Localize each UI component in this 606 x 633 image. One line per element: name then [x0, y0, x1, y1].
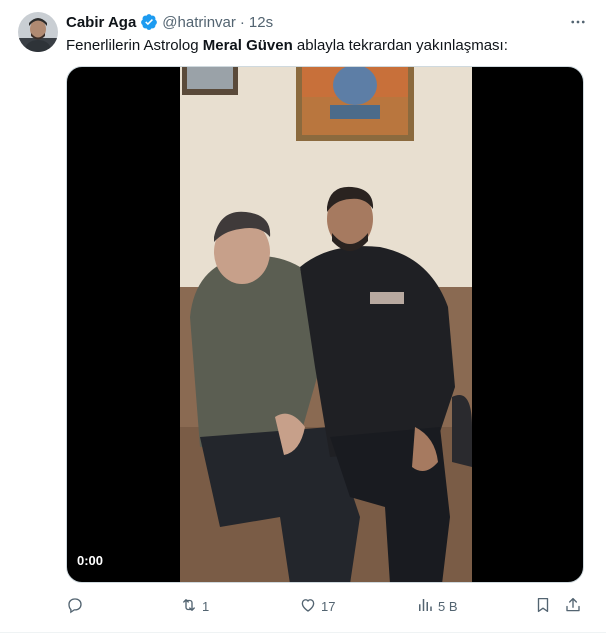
- video-player[interactable]: 0:00: [66, 66, 584, 583]
- views-count: 5 B: [438, 598, 458, 614]
- action-bar: 1 17 5 B: [66, 593, 586, 619]
- video-frame: [180, 67, 472, 582]
- reply-icon: [66, 596, 84, 617]
- bookmark-icon: [534, 596, 552, 617]
- verified-badge-icon: [140, 13, 158, 31]
- like-count: 17: [321, 598, 336, 614]
- tweet-text: Fenerlilerin Astrolog Meral Güven ablayl…: [66, 36, 508, 56]
- author-display-name[interactable]: Cabir Aga: [66, 14, 136, 31]
- views-icon: [416, 596, 434, 617]
- share-button[interactable]: [564, 593, 582, 619]
- tweet-text-end: ablayla tekrardan yakınlaşması:: [292, 37, 508, 54]
- tweet[interactable]: Cabir Aga @hatrinvar · 12s Fenerlilerin …: [0, 0, 606, 633]
- retweet-count: 1: [202, 598, 210, 614]
- author-handle[interactable]: @hatrinvar: [162, 14, 236, 31]
- reply-button[interactable]: [66, 593, 88, 619]
- separator-dot: ·: [239, 13, 245, 31]
- retweet-button[interactable]: 1: [180, 593, 209, 619]
- bookmark-button[interactable]: [534, 593, 552, 619]
- video-timestamp: 0:00: [77, 553, 104, 568]
- tweet-text-bold-name[interactable]: Meral Güven: [203, 37, 293, 54]
- avatar[interactable]: [18, 12, 58, 52]
- tweet-time[interactable]: 12s: [249, 14, 273, 31]
- views-button[interactable]: 5 B: [416, 593, 458, 619]
- like-button[interactable]: 17: [299, 593, 335, 619]
- tweet-header: Cabir Aga @hatrinvar · 12s: [66, 12, 273, 32]
- more-icon[interactable]: [568, 12, 588, 32]
- like-icon: [299, 596, 317, 617]
- tweet-text-start: Fenerlilerin Astrolog: [66, 37, 203, 54]
- retweet-icon: [180, 596, 198, 617]
- share-icon: [564, 596, 582, 617]
